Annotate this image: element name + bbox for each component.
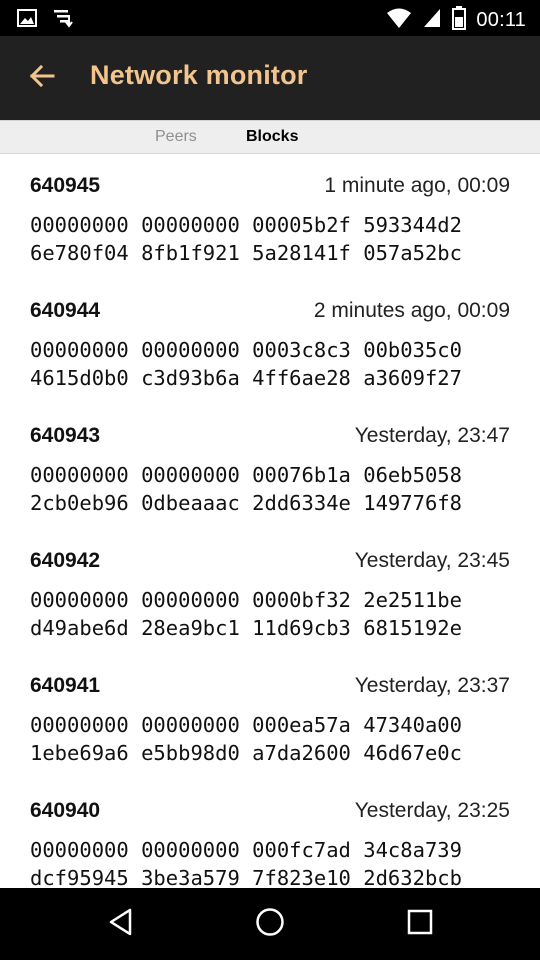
list-item[interactable]: 640943 Yesterday, 23:47 00000000 0000000…	[0, 404, 540, 529]
block-number: 640945	[30, 174, 101, 197]
list-item[interactable]: 640941 Yesterday, 23:37 00000000 0000000…	[0, 654, 540, 779]
block-hash-line: 00000000 00000000 00005b2f 593344d2	[30, 213, 462, 237]
block-hash-line: 00000000 00000000 000fc7ad 34c8a739	[30, 838, 462, 862]
page-title: Network monitor	[90, 60, 308, 90]
block-hash-line: d49abe6d 28ea9bc1 11d69cb3 6815192e	[30, 616, 462, 640]
block-hash-line: 1ebe69a6 e5bb98d0 a7da2600 46d67e0c	[30, 741, 462, 765]
nav-back-button[interactable]	[81, 888, 161, 960]
navigation-bar	[0, 888, 540, 960]
block-time: Yesterday, 23:25	[354, 799, 510, 822]
nav-home-icon	[254, 906, 286, 943]
block-hash-line: 2cb0eb96 0dbeaaac 2dd6334e 149776f8	[30, 491, 462, 515]
block-number: 640944	[30, 299, 101, 322]
status-bar: 00:11	[0, 0, 540, 36]
block-hash-line: 00000000 00000000 0000bf32 2e2511be	[30, 588, 462, 612]
block-hash: 00000000 00000000 000fc7ad 34c8a739 dcf9…	[30, 836, 520, 888]
block-hash-line: 4615d0b0 c3d93b6a 4ff6ae28 a3609f27	[30, 366, 462, 390]
app-bar: Network monitor	[0, 36, 540, 120]
wifi-icon	[386, 7, 412, 34]
list-item[interactable]: 640945 1 minute ago, 00:09 00000000 0000…	[0, 154, 540, 279]
block-time: Yesterday, 23:45	[354, 549, 510, 572]
block-hash-line: 00000000 00000000 0003c8c3 00b035c0	[30, 338, 462, 362]
list-item[interactable]: 640944 2 minutes ago, 00:09 00000000 000…	[0, 279, 540, 404]
block-number: 640940	[30, 799, 101, 822]
block-number: 640941	[30, 674, 101, 697]
list-item[interactable]: 640942 Yesterday, 23:45 00000000 0000000…	[0, 529, 540, 654]
block-hash-line: 6e780f04 8fb1f921 5a28141f 057a52bc	[30, 241, 462, 265]
block-hash: 00000000 00000000 00076b1a 06eb5058 2cb0…	[30, 461, 520, 517]
block-hash-line: 00000000 00000000 000ea57a 47340a00	[30, 713, 462, 737]
block-time: 1 minute ago, 00:09	[324, 174, 510, 197]
block-time: Yesterday, 23:47	[354, 424, 510, 447]
tab-bar: Peers Blocks	[0, 120, 540, 154]
list-item[interactable]: 640940 Yesterday, 23:25 00000000 0000000…	[0, 779, 540, 888]
nav-home-button[interactable]	[230, 888, 310, 960]
image-icon	[16, 7, 38, 34]
block-number: 640942	[30, 549, 101, 572]
status-time: 00:11	[476, 9, 526, 31]
block-hash-line: 00000000 00000000 00076b1a 06eb5058	[30, 463, 462, 487]
block-hash: 00000000 00000000 000ea57a 47340a00 1ebe…	[30, 711, 520, 767]
arrow-back-icon	[29, 63, 55, 94]
block-number: 640943	[30, 424, 101, 447]
back-button[interactable]	[18, 54, 66, 102]
block-hash: 00000000 00000000 0000bf32 2e2511be d49a…	[30, 586, 520, 642]
block-hash-line: dcf95945 3be3a579 7f823e10 2d632bcb	[30, 866, 462, 888]
nav-recents-icon	[405, 907, 435, 942]
download-queue-icon	[52, 7, 74, 34]
block-time: 2 minutes ago, 00:09	[313, 299, 510, 322]
tab-peers[interactable]: Peers	[155, 128, 197, 146]
cellular-signal-icon	[422, 7, 442, 34]
block-hash: 00000000 00000000 00005b2f 593344d2 6e78…	[30, 211, 520, 267]
block-list[interactable]: 640945 1 minute ago, 00:09 00000000 0000…	[0, 154, 540, 888]
nav-recents-button[interactable]	[380, 888, 460, 960]
tab-blocks[interactable]: Blocks	[246, 128, 298, 146]
block-hash: 00000000 00000000 0003c8c3 00b035c0 4615…	[30, 336, 520, 392]
battery-icon	[452, 6, 467, 35]
block-time: Yesterday, 23:37	[354, 674, 510, 697]
nav-back-icon	[106, 907, 136, 942]
